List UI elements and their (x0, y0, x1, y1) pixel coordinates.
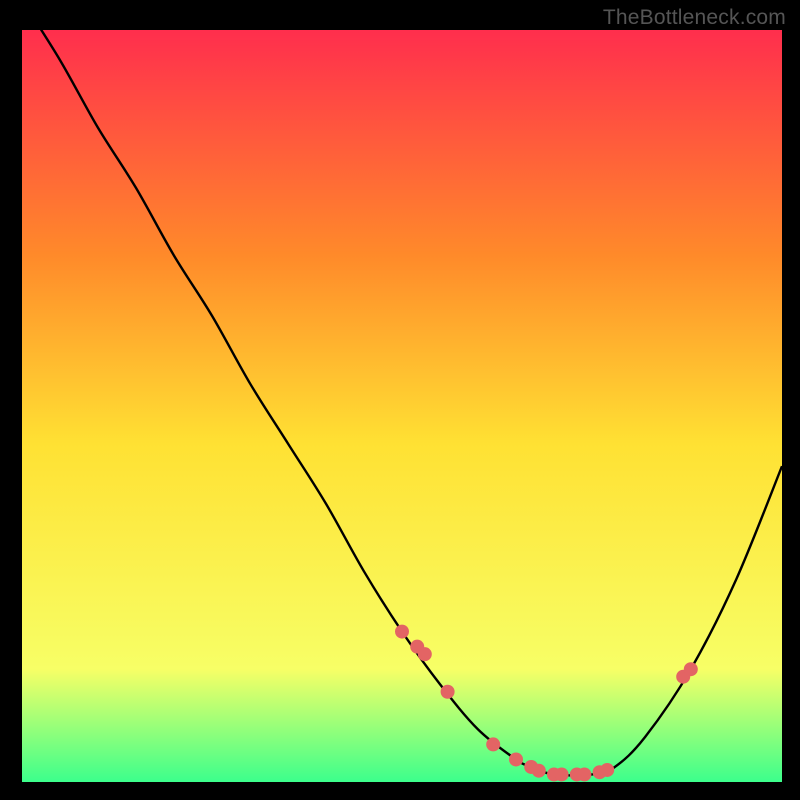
marker-point (600, 763, 614, 777)
chart-svg (22, 30, 782, 782)
marker-point (555, 767, 569, 781)
watermark-text: TheBottleneck.com (603, 6, 786, 30)
marker-point (577, 767, 591, 781)
marker-point (509, 752, 523, 766)
marker-point (441, 685, 455, 699)
chart-container (22, 30, 782, 782)
marker-point (418, 647, 432, 661)
gradient-background (22, 30, 782, 782)
marker-point (395, 625, 409, 639)
marker-point (532, 764, 546, 778)
marker-point (684, 662, 698, 676)
marker-point (486, 737, 500, 751)
